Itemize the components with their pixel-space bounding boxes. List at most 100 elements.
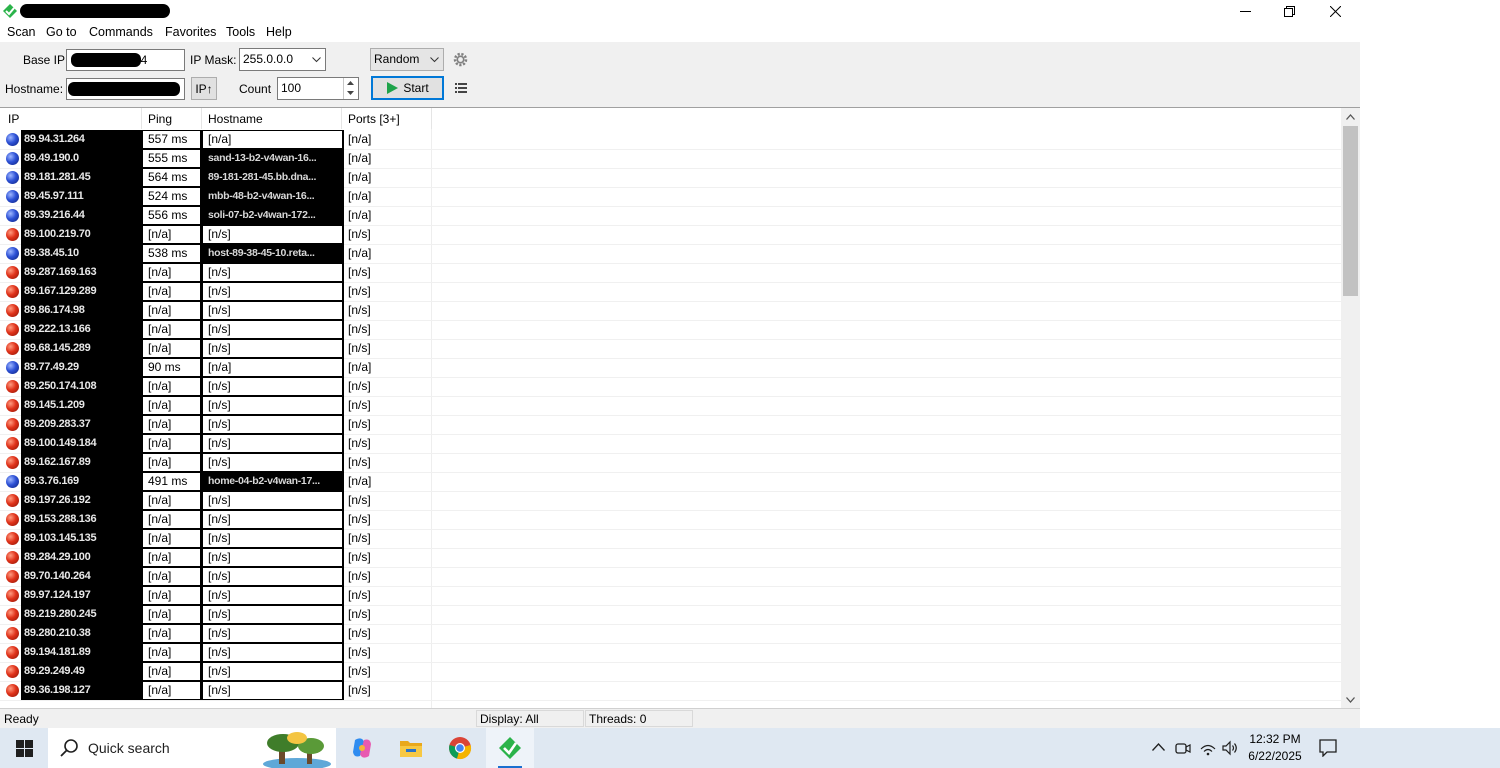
header-ports[interactable]: Ports [3+] <box>342 108 432 129</box>
table-row[interactable]: 89.145.1.209 [n/a] [n/s] [n/s] <box>0 396 1341 416</box>
table-row[interactable]: 89.70.140.264 [n/a] [n/s] [n/s] <box>0 567 1341 587</box>
network-icon[interactable] <box>1200 740 1216 756</box>
restore-button[interactable] <box>1266 0 1312 22</box>
host-dead-icon <box>6 494 19 507</box>
host-alive-icon <box>6 209 19 222</box>
ports-cell: [n/s] <box>348 284 371 298</box>
header-ping[interactable]: Ping <box>142 108 202 129</box>
ip-cell: 89.284.29.100 <box>21 548 141 567</box>
table-row[interactable]: 89.250.174.108 [n/a] [n/s] [n/s] <box>0 377 1341 397</box>
taskbar-copilot[interactable] <box>338 728 386 768</box>
menu-goto[interactable]: Go to <box>46 25 77 39</box>
hostname-cell: [n/s] <box>202 643 344 662</box>
ip-up-button[interactable]: IP↑ <box>191 77 217 100</box>
feeder-mode-select[interactable]: Random <box>370 48 444 71</box>
ports-cell: [n/s] <box>348 265 371 279</box>
notification-icon[interactable] <box>1319 739 1337 757</box>
ip-mask-select[interactable]: 255.0.0.0 <box>239 48 326 71</box>
table-row[interactable]: 89.38.45.10 538 ms host-89-38-45-10.reta..… <box>0 244 1341 264</box>
table-row[interactable]: 89.167.129.289 [n/a] [n/s] [n/s] <box>0 282 1341 302</box>
volume-icon[interactable] <box>1222 740 1238 756</box>
count-spin-buttons[interactable] <box>343 78 358 99</box>
table-row[interactable]: 89.86.174.98 [n/a] [n/s] [n/s] <box>0 301 1341 321</box>
scroll-down-icon <box>1346 696 1355 703</box>
status-display[interactable]: Display: All <box>476 710 584 727</box>
table-row[interactable]: 89.287.169.163 [n/a] [n/s] [n/s] <box>0 263 1341 283</box>
table-row[interactable]: 89.197.26.192 [n/a] [n/s] [n/s] <box>0 491 1341 511</box>
ping-cell: 524 ms <box>141 187 202 206</box>
vertical-scrollbar[interactable] <box>1341 108 1360 708</box>
start-menu-button[interactable] <box>0 728 48 768</box>
table-row[interactable]: 89.68.145.289 [n/a] [n/s] [n/s] <box>0 339 1341 359</box>
close-button[interactable] <box>1312 0 1358 22</box>
hostname-cell: [n/s] <box>202 662 344 681</box>
taskbar-angry-ip-scanner[interactable] <box>486 728 534 768</box>
hostname-cell: host-89-38-45-10.reta... <box>202 244 344 263</box>
header-hostname[interactable]: Hostname <box>202 108 342 129</box>
app-window: Scan Go to Commands Favorites Tools Help… <box>0 0 1360 728</box>
clock-time: 12:32 PM <box>1249 732 1301 746</box>
results-table[interactable]: IP Ping Hostname Ports [3+] 89.94.31.264… <box>0 107 1360 708</box>
table-row[interactable]: 89.209.283.37 [n/a] [n/s] [n/s] <box>0 415 1341 435</box>
taskbar-file-explorer[interactable] <box>387 728 435 768</box>
minimize-button[interactable] <box>1222 0 1268 22</box>
base-ip-input[interactable]: 24 <box>66 49 185 71</box>
table-row[interactable]: 89.39.216.44 556 ms soli-07-b2-v4wan-172..… <box>0 206 1341 226</box>
meet-now-icon[interactable] <box>1175 740 1191 756</box>
table-row[interactable]: 89.100.219.70 [n/a] [n/s] [n/s] <box>0 225 1341 245</box>
header-ip[interactable]: IP <box>2 108 142 129</box>
gear-icon[interactable] <box>452 51 469 68</box>
table-row[interactable]: 89.103.145.135 [n/a] [n/s] [n/s] <box>0 529 1341 549</box>
table-row[interactable]: 89.36.198.127 [n/a] [n/s] [n/s] <box>0 681 1341 701</box>
ping-cell: [n/a] <box>141 396 202 415</box>
list-icon[interactable] <box>455 83 467 93</box>
ip-cell: 89.100.149.184 <box>21 434 141 453</box>
table-row[interactable]: 89.94.31.264 557 ms [n/a] [n/a] <box>0 130 1341 150</box>
dropdown-arrow-icon <box>312 57 321 63</box>
table-row[interactable]: 89.3.76.169 491 ms home-04-b2-v4wan-17... [… <box>0 472 1341 492</box>
host-alive-icon <box>6 152 19 165</box>
start-button[interactable]: Start <box>371 76 444 100</box>
menu-commands[interactable]: Commands <box>89 25 153 39</box>
ports-cell: [n/a] <box>348 170 372 184</box>
table-row[interactable]: 89.194.181.89 [n/a] [n/s] [n/s] <box>0 643 1341 663</box>
menu-help[interactable]: Help <box>266 25 292 39</box>
table-row[interactable]: 89.162.167.89 [n/a] [n/s] [n/s] <box>0 453 1341 473</box>
host-dead-icon <box>6 266 19 279</box>
table-row[interactable]: 89.280.210.38 [n/a] [n/s] [n/s] <box>0 624 1341 644</box>
status-ready: Ready <box>4 712 39 726</box>
hostname-cell: [n/s] <box>202 453 344 472</box>
taskbar-chrome[interactable] <box>436 728 484 768</box>
host-dead-icon <box>6 437 19 450</box>
table-row[interactable]: 89.100.149.184 [n/a] [n/s] [n/s] <box>0 434 1341 454</box>
ports-cell: [n/a] <box>348 474 372 488</box>
scroll-up-button[interactable] <box>1341 108 1360 125</box>
ping-cell: [n/a] <box>141 586 202 605</box>
count-stepper[interactable]: 100 <box>277 77 359 100</box>
scroll-down-button[interactable] <box>1341 691 1360 708</box>
scroll-thumb[interactable] <box>1343 126 1358 296</box>
menu-scan[interactable]: Scan <box>7 25 36 39</box>
taskbar-search-box[interactable]: Quick search <box>48 728 336 768</box>
ping-cell: 564 ms <box>141 168 202 187</box>
hostname-cell: [n/s] <box>202 320 344 339</box>
table-row[interactable]: 89.45.97.111 524 ms mbb-48-b2-v4wan-16... [… <box>0 187 1341 207</box>
table-row[interactable]: 89.153.288.136 [n/a] [n/s] [n/s] <box>0 510 1341 530</box>
table-row[interactable]: 89.284.29.100 [n/a] [n/s] [n/s] <box>0 548 1341 568</box>
chevron-up-icon[interactable] <box>1152 743 1165 751</box>
table-row[interactable]: 89.49.190.0 555 ms sand-13-b2-v4wan-16... [… <box>0 149 1341 169</box>
table-row[interactable]: 89.97.124.197 [n/a] [n/s] [n/s] <box>0 586 1341 606</box>
table-row[interactable]: 89.181.281.45 564 ms 89-181-281-45.bb.dna.… <box>0 168 1341 188</box>
menu-favorites[interactable]: Favorites <box>165 25 216 39</box>
system-clock[interactable]: 12:32 PM 6/22/2025 <box>1244 731 1306 765</box>
ping-cell: [n/a] <box>141 301 202 320</box>
table-row[interactable]: 89.222.13.166 [n/a] [n/s] [n/s] <box>0 320 1341 340</box>
host-dead-icon <box>6 399 19 412</box>
table-row[interactable]: 89.219.280.245 [n/a] [n/s] [n/s] <box>0 605 1341 625</box>
host-dead-icon <box>6 532 19 545</box>
search-highlight-icon <box>263 732 331 768</box>
menu-tools[interactable]: Tools <box>226 25 255 39</box>
table-row[interactable]: 89.29.249.49 [n/a] [n/s] [n/s] <box>0 662 1341 682</box>
table-row[interactable]: 89.77.49.29 90 ms [n/a] [n/a] <box>0 358 1341 378</box>
hostname-input[interactable] <box>66 78 185 100</box>
